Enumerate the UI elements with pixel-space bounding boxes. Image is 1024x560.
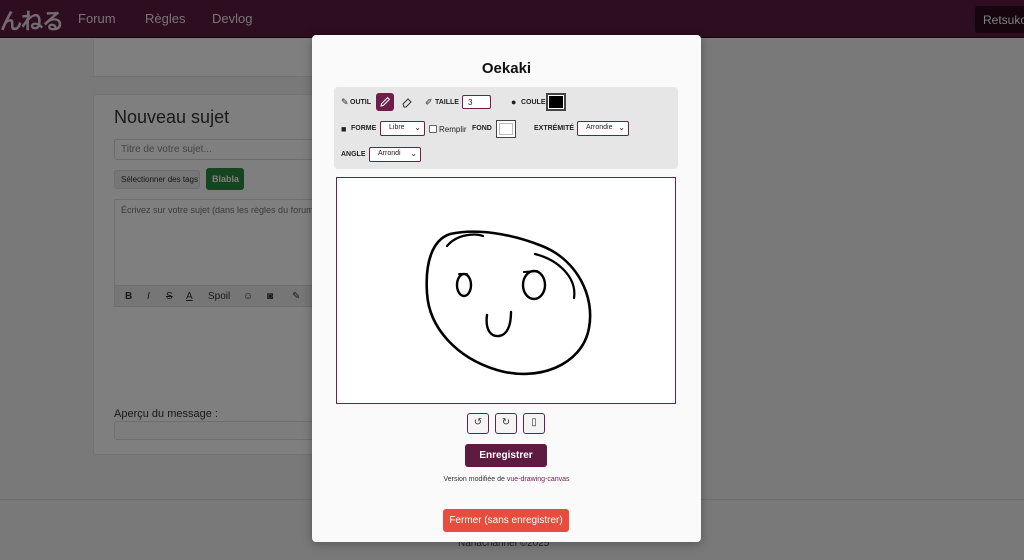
background-color-picker[interactable] — [496, 120, 516, 138]
color-picker[interactable] — [546, 93, 566, 111]
redo-icon: ↻ — [501, 417, 511, 428]
shape-select[interactable]: Libre ⌄ — [380, 121, 425, 136]
chevron-down-icon: ⌄ — [414, 123, 421, 132]
clear-canvas-button[interactable]: ▯ — [523, 413, 545, 434]
new-page-icon: ▯ — [531, 417, 537, 428]
tool-label: OUTIL — [350, 99, 371, 106]
endpoint-select-value: Arrondie — [586, 124, 613, 131]
shape-select-value: Libre — [389, 124, 405, 131]
endpoint-select[interactable]: Arrondie ⌄ — [577, 121, 629, 136]
endpoint-label: EXTRÉMITÉ — [534, 125, 575, 132]
version-link[interactable]: vue-drawing-canvas — [507, 476, 570, 483]
angle-label: ANGLE — [341, 151, 366, 158]
pencil-icon — [380, 96, 391, 107]
shape-label: FORME — [351, 125, 377, 132]
palette-icon: ● — [511, 97, 517, 107]
drawing-toolbox: ✎ OUTIL ✐ TAILLE 3 ● COULEUR ■ FORME Lib… — [334, 87, 678, 169]
background-swatch-fill — [499, 123, 513, 135]
fill-label: Remplir — [439, 125, 467, 134]
fill-checkbox[interactable] — [429, 125, 437, 133]
size-brush-icon: ✐ — [425, 97, 433, 107]
brush-size-input[interactable]: 3 — [462, 95, 491, 109]
drawing-canvas[interactable] — [336, 177, 676, 404]
version-credit: Version modifiée de vue-drawing-canvas — [312, 476, 701, 483]
undo-button[interactable]: ↺ — [467, 413, 489, 434]
oekaki-modal: Oekaki ✎ OUTIL ✐ TAILLE 3 ● COULEUR ■ FO… — [312, 35, 701, 542]
drawing-strokes — [425, 230, 592, 376]
chevron-down-icon: ⌄ — [618, 123, 625, 132]
redo-button[interactable]: ↻ — [495, 413, 517, 434]
modal-title: Oekaki — [481, 60, 532, 77]
background-label: FOND — [472, 125, 492, 132]
pencil-tool-button[interactable] — [376, 93, 394, 111]
close-without-saving-button[interactable]: Fermer (sans enregistrer) — [443, 509, 569, 532]
eraser-icon — [402, 98, 412, 108]
size-label: TAILLE — [435, 99, 459, 106]
angle-select[interactable]: Arrondi ⌄ — [369, 147, 421, 162]
angle-select-value: Arrondi — [378, 150, 401, 157]
chevron-down-icon: ⌄ — [410, 149, 417, 158]
version-text: Version modifiée de — [443, 476, 505, 483]
shape-icon: ■ — [341, 124, 347, 134]
color-swatch-fill — [549, 96, 563, 108]
eraser-tool-button[interactable] — [400, 95, 414, 109]
save-button[interactable]: Enregistrer — [465, 444, 547, 467]
tool-pencil-icon: ✎ — [341, 97, 349, 107]
undo-icon: ↺ — [473, 417, 483, 428]
